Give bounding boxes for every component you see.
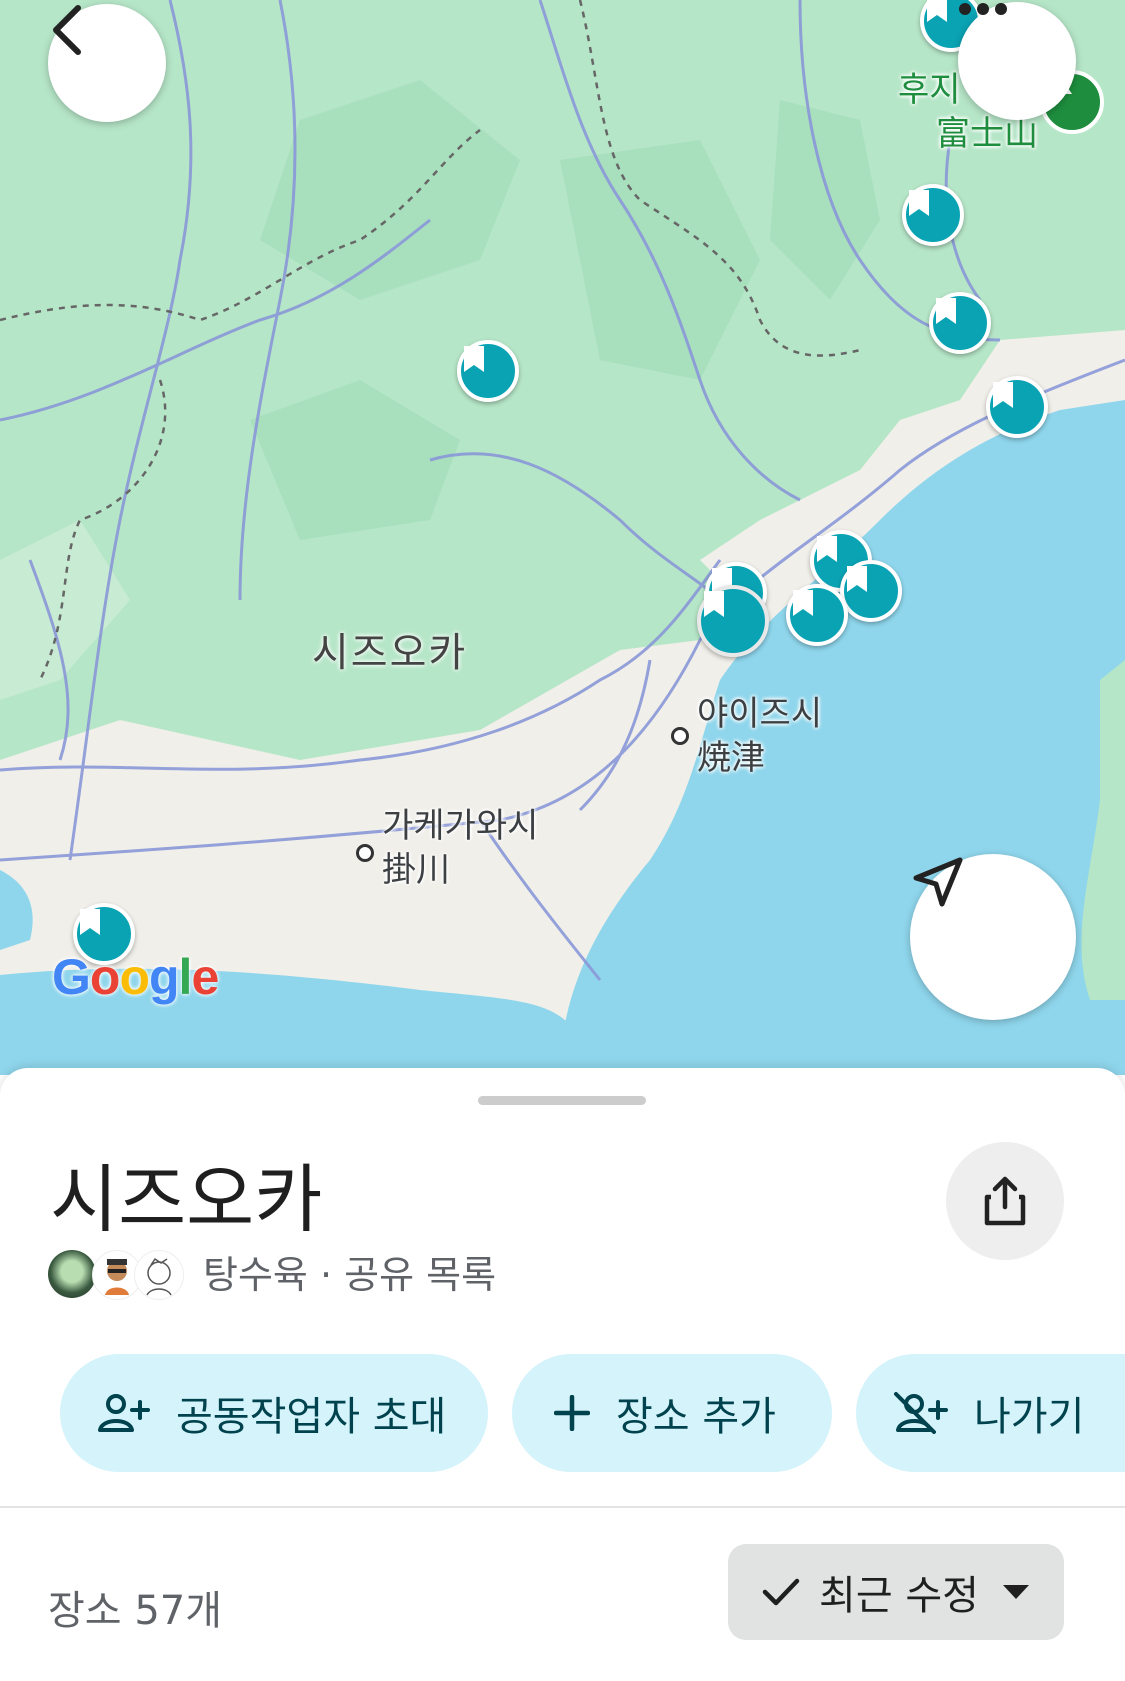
saved-place-pin[interactable]: [786, 584, 848, 646]
sort-dropdown[interactable]: 최근 수정: [728, 1544, 1064, 1640]
bookmark-icon: [80, 909, 100, 935]
share-icon: [984, 1176, 1026, 1226]
drag-handle[interactable]: [478, 1096, 646, 1105]
add-place-label: 장소 추가: [616, 1394, 776, 1440]
divider: [0, 1506, 1125, 1508]
invite-collaborators-label: 공동작업자 초대: [176, 1394, 447, 1440]
share-button[interactable]: [946, 1142, 1064, 1260]
google-logo: Google: [52, 949, 219, 1005]
leave-list-label: 나가기: [974, 1394, 1085, 1440]
list-owner-meta: 탕수육 · 공유 목록: [203, 1253, 497, 1297]
caret-down-icon: [1002, 1585, 1029, 1599]
map-label-region: 시즈오카: [312, 630, 468, 676]
check-icon: [762, 1578, 800, 1606]
bookmark-icon: [464, 346, 484, 372]
map-label-fuji: 후지: [898, 70, 961, 110]
more-options-button[interactable]: [958, 2, 1076, 120]
avatar: [48, 1250, 96, 1298]
city-marker-yaizu: [671, 727, 689, 745]
bookmark-icon: [793, 590, 813, 616]
saved-place-pin[interactable]: [457, 340, 519, 402]
person-add-icon: [98, 1394, 150, 1432]
list-details-sheet: 시즈오카 탕수육 · 공유 목록 공동작업자 초대 장소 추가 나가기 장소 5…: [0, 1068, 1125, 1681]
more-horizontal-icon: [959, 3, 1007, 15]
bookmark-icon: [704, 591, 724, 617]
add-place-button[interactable]: 장소 추가: [512, 1354, 832, 1472]
invite-collaborators-button[interactable]: 공동작업자 초대: [60, 1354, 488, 1472]
plus-icon: [554, 1395, 590, 1431]
leave-list-icon: [894, 1392, 948, 1434]
place-count: 장소 57개: [48, 1588, 223, 1634]
bookmark-icon: [817, 536, 837, 562]
saved-place-pin[interactable]: [840, 560, 902, 622]
back-button[interactable]: [48, 4, 166, 122]
city-marker-kakegawa: [356, 844, 374, 862]
list-title: 시즈오카: [50, 1157, 323, 1243]
map-label-yaizu: 야이즈시: [697, 694, 823, 734]
saved-place-pin[interactable]: [929, 292, 991, 354]
sort-label: 최근 수정: [819, 1573, 979, 1619]
avatar: [134, 1250, 184, 1300]
map-label-kakegawa: 가케가와시: [382, 806, 539, 846]
map-label-fuji-ja: 富士山: [936, 114, 1038, 154]
bookmark-icon: [847, 566, 867, 592]
navigation-arrow-icon: [913, 857, 963, 907]
chevron-left-icon: [53, 5, 81, 55]
saved-place-pin[interactable]: [986, 376, 1048, 438]
map-view[interactable]: 시즈오카 야이즈시 焼津 가케가와시 掛川 후지 富士山 Google: [0, 0, 1125, 1075]
collaborator-avatars[interactable]: [48, 1250, 188, 1300]
map-label-yaizu-ja: 焼津: [697, 738, 765, 778]
bookmark-icon: [936, 298, 956, 324]
bookmark-icon: [993, 382, 1013, 408]
my-location-button[interactable]: [910, 854, 1076, 1020]
leave-list-button[interactable]: 나가기: [856, 1354, 1125, 1472]
bookmark-icon: [927, 0, 947, 22]
bookmark-icon: [909, 190, 929, 216]
saved-place-pin-cluster[interactable]: [697, 585, 769, 657]
map-label-kakegawa-ja: 掛川: [382, 850, 450, 890]
saved-place-pin[interactable]: [902, 184, 964, 246]
